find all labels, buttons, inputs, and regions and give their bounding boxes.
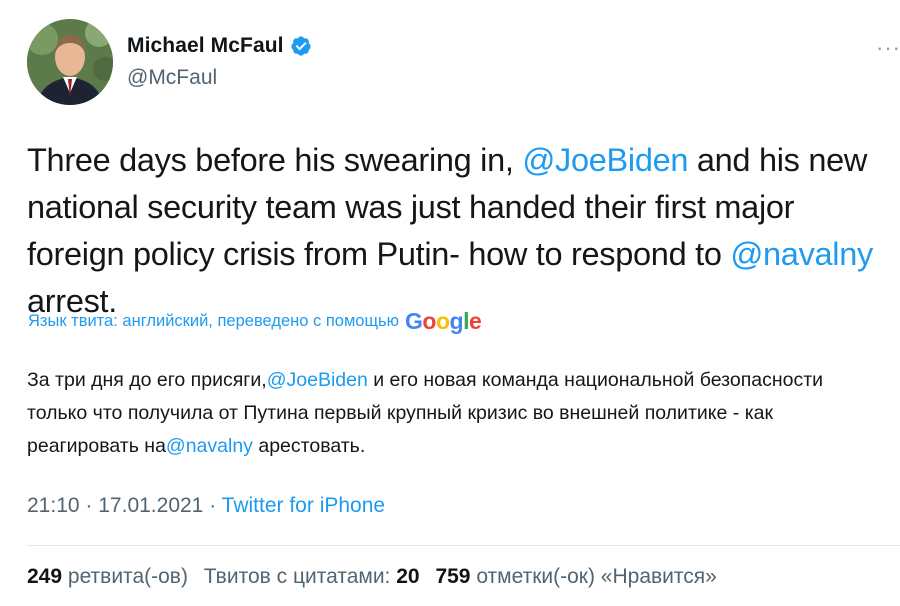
quotes-count: 20 [396,565,420,588]
quotes-label: Твитов с цитатами: [203,565,391,588]
author-name-row[interactable]: Michael McFaul [127,34,312,58]
author-handle[interactable]: @McFaul [127,66,217,90]
retweets-stat[interactable]: 249 ретвита(-ов) [27,565,188,588]
verified-badge-icon [290,35,312,57]
more-options-icon[interactable]: ··· [876,37,900,59]
translation-attribution[interactable]: Язык твита: английский, переведено с пом… [28,308,482,334]
author-display-name[interactable]: Michael McFaul [127,34,284,58]
likes-stat[interactable]: 759 отметки(-ок) «Нравится» [435,565,716,588]
avatar[interactable] [27,19,113,105]
likes-count: 759 [435,565,471,588]
tweet-source-link[interactable]: Twitter for iPhone [222,494,385,517]
tweet-time[interactable]: 21:10 [27,494,80,517]
meta-separator: · [85,494,93,517]
tweet-meta: 21:10 · 17.01.2021 · Twitter for iPhone [27,494,385,518]
mention-link[interactable]: @navalny [730,236,873,272]
likes-label: отметки(-ок) «Нравится» [476,565,717,588]
mention-link[interactable]: @JoeBiden [522,142,688,178]
retweets-label: ретвита(-ов) [67,565,188,588]
translated-text: За три дня до его присяги,@JoeBiden и ег… [27,364,877,463]
text-segment: Three days before his swearing in, [27,142,523,178]
text-segment: За три дня до его присяги, [27,369,267,391]
mention-link[interactable]: @JoeBiden [267,369,368,391]
quotes-stat[interactable]: Твитов с цитатами: 20 [204,565,420,588]
meta-separator: · [209,494,217,517]
divider [27,545,900,546]
mention-link[interactable]: @navalny [166,435,253,457]
retweets-count: 249 [27,565,63,588]
tweet-text: Three days before his swearing in, @JoeB… [27,137,889,325]
translation-label[interactable]: Язык твита: английский, переведено с пом… [28,312,399,331]
google-logo-icon: Google [405,308,482,334]
engagement-stats: 249 ретвита(-ов) Твитов с цитатами: 20 7… [27,565,727,589]
text-segment: арестовать. [252,435,366,457]
tweet-date[interactable]: 17.01.2021 [98,494,203,517]
